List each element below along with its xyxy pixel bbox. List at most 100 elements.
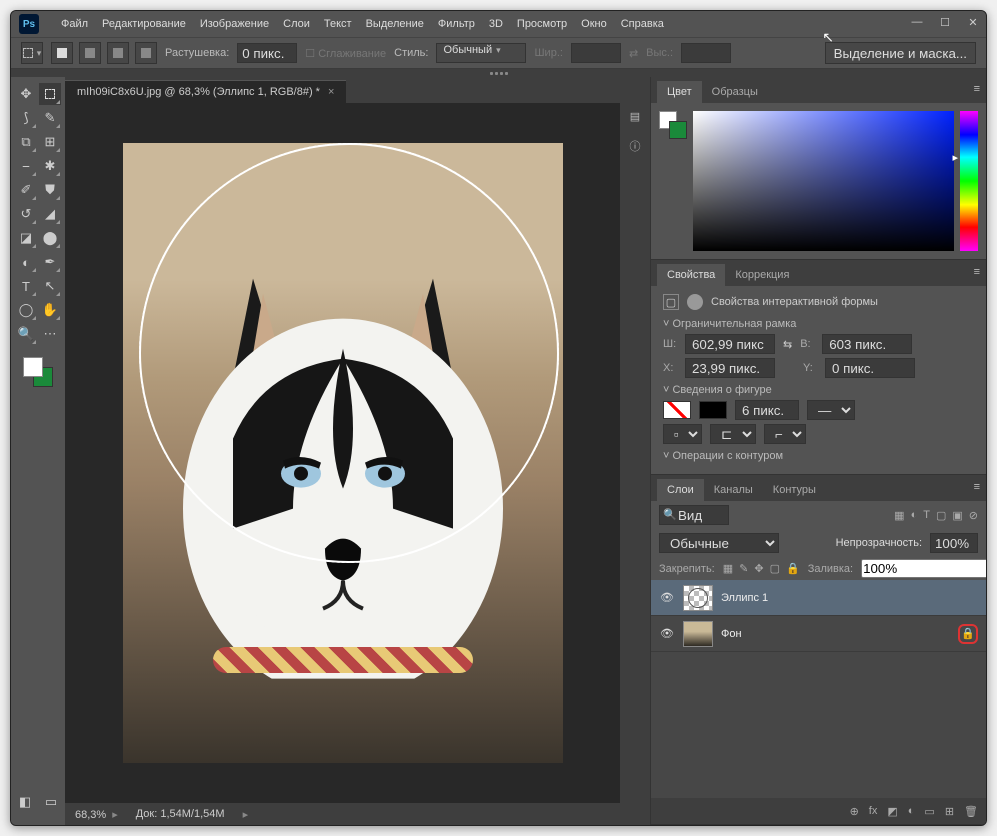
minimize-button[interactable]: — [910,15,924,29]
selection-intersect-icon[interactable] [135,42,157,64]
menu-справка[interactable]: Справка [615,16,670,32]
layer-mask-icon[interactable]: ◩ [887,805,897,818]
layer-thumbnail[interactable] [683,621,713,647]
delete-layer-icon[interactable]: 🗑 [964,805,978,818]
menu-просмотр[interactable]: Просмотр [511,16,573,32]
menu-3d[interactable]: 3D [483,16,509,32]
hue-slider[interactable] [960,111,978,251]
gradient-tool[interactable]: ◪ [15,227,37,249]
menu-фильтр[interactable]: Фильтр [432,16,481,32]
visibility-eye-icon[interactable]: 👁 [659,627,675,640]
style-select[interactable]: Обычный [436,43,526,63]
layer-name[interactable]: Эллипс 1 [721,592,978,604]
tab-paths[interactable]: Контуры [763,479,826,501]
menu-редактирование[interactable]: Редактирование [96,16,192,32]
filter-type-icon[interactable]: T [923,509,930,522]
lock-paint-icon[interactable]: ✎ [739,562,748,575]
layer-group-icon[interactable]: ▭ [924,805,934,818]
dodge-tool[interactable]: ◐ [15,251,37,273]
tab-channels[interactable]: Каналы [704,479,763,501]
quick-select-tool[interactable]: ✎ [39,107,61,129]
canvas-viewport[interactable] [65,103,620,803]
screenmode-icon[interactable]: ▭ [40,791,62,813]
fill-input[interactable] [861,559,987,578]
panel-color-swatch[interactable] [659,111,687,139]
menu-окно[interactable]: Окно [575,16,613,32]
stroke-align-select[interactable]: ▫ [663,424,702,444]
color-swatches[interactable] [21,355,55,389]
type-tool[interactable]: T [15,275,37,297]
tab-properties[interactable]: Свойства [657,264,725,286]
filter-pixel-icon[interactable]: ▦ [894,509,904,522]
blend-mode-select[interactable]: Обычные [659,533,779,553]
shape-section[interactable]: ˅ Сведения о фигуре [663,384,974,396]
filter-smart-icon[interactable]: ▣ [952,509,962,522]
menu-текст[interactable]: Текст [318,16,358,32]
zoom-tool[interactable]: 🔍 [15,323,37,345]
tab-layers[interactable]: Слои [657,479,704,501]
visibility-eye-icon[interactable]: 👁 [659,591,675,604]
stroke-swatch[interactable] [699,401,727,419]
y-value[interactable] [825,358,915,378]
menu-изображение[interactable]: Изображение [194,16,275,32]
layer-thumbnail[interactable] [683,585,713,611]
lock-transparency-icon[interactable]: ▦ [723,562,733,575]
marquee-tool[interactable] [39,83,61,105]
link-layers-icon[interactable]: ⊕ [850,805,859,818]
stamp-tool[interactable]: ⛊ [39,179,61,201]
lasso-tool[interactable]: ⟆ [15,107,37,129]
fill-swatch[interactable] [663,401,691,419]
blur-tool[interactable]: ⬤ [39,227,61,249]
layer-row[interactable]: 👁 Фон 🔒 [651,616,986,652]
brush-tool[interactable]: ✐ [15,179,37,201]
stroke-caps-select[interactable]: ⊏ [710,424,756,444]
filter-shape-icon[interactable]: ▢ [936,509,946,522]
tab-adjustments[interactable]: Коррекция [725,264,799,286]
feather-input[interactable] [237,43,297,63]
color-field[interactable]: ▸ [693,111,954,251]
layer-name[interactable]: Фон [721,628,950,640]
history-brush-tool[interactable]: ↺ [15,203,37,225]
new-layer-icon[interactable]: ⊞ [945,805,954,818]
filter-toggle-icon[interactable]: ⊘ [969,509,978,522]
lock-all-icon[interactable]: 🔒 [786,562,800,575]
layer-row[interactable]: 👁 Эллипс 1 [651,580,986,616]
adjustment-layer-icon[interactable]: ◐ [908,805,915,817]
panel-menu-icon[interactable]: ≡ [974,83,980,95]
eraser-tool[interactable]: ◢ [39,203,61,225]
panel-menu-icon[interactable]: ≡ [974,481,980,493]
history-panel-icon[interactable]: ▤ [626,107,644,125]
lock-icon[interactable]: 🔒 [958,624,978,644]
menu-файл[interactable]: Файл [55,16,94,32]
layer-fx-icon[interactable]: fx [869,805,878,817]
stroke-corners-select[interactable]: ⌐ [764,424,806,444]
move-tool[interactable]: ✥ [15,83,37,105]
menu-слои[interactable]: Слои [277,16,316,32]
stroke-width-input[interactable] [735,400,799,420]
shape-tool[interactable]: ◯ [15,299,37,321]
lock-position-icon[interactable]: ✥ [754,562,763,575]
menu-выделение[interactable]: Выделение [360,16,430,32]
maximize-button[interactable]: ☐ [938,15,952,29]
close-tab-icon[interactable]: × [328,86,334,98]
crop-tool[interactable]: ⧉ [15,131,37,153]
tool-preset-dropdown[interactable] [21,42,43,64]
filter-adjust-icon[interactable]: ◐ [911,509,918,522]
path-select-tool[interactable]: ↖ [39,275,61,297]
quickmask-icon[interactable]: ◧ [14,791,36,813]
edit-toolbar-button[interactable]: ⋯ [39,323,61,345]
selection-subtract-icon[interactable] [107,42,129,64]
document-tab[interactable]: mIh09iC8x6U.jpg @ 68,3% (Эллипс 1, RGB/8… [65,80,346,103]
close-button[interactable]: ✕ [966,15,980,29]
healing-tool[interactable]: ✱ [39,155,61,177]
pathops-section[interactable]: ˅ Операции с контуром [663,450,974,462]
hand-tool[interactable]: ✋ [39,299,61,321]
select-and-mask-button[interactable]: Выделение и маска... [825,42,976,64]
tab-color[interactable]: Цвет [657,81,702,103]
link-wh-icon[interactable]: ⇆ [783,338,792,351]
frame-tool[interactable]: ⊞ [39,131,61,153]
zoom-level[interactable]: 68,3% [75,808,118,821]
info-panel-icon[interactable]: ⓘ [626,137,644,155]
status-more-icon[interactable]: ▸ [243,808,249,821]
bbox-section[interactable]: ˅ Ограничительная рамка [663,318,974,330]
